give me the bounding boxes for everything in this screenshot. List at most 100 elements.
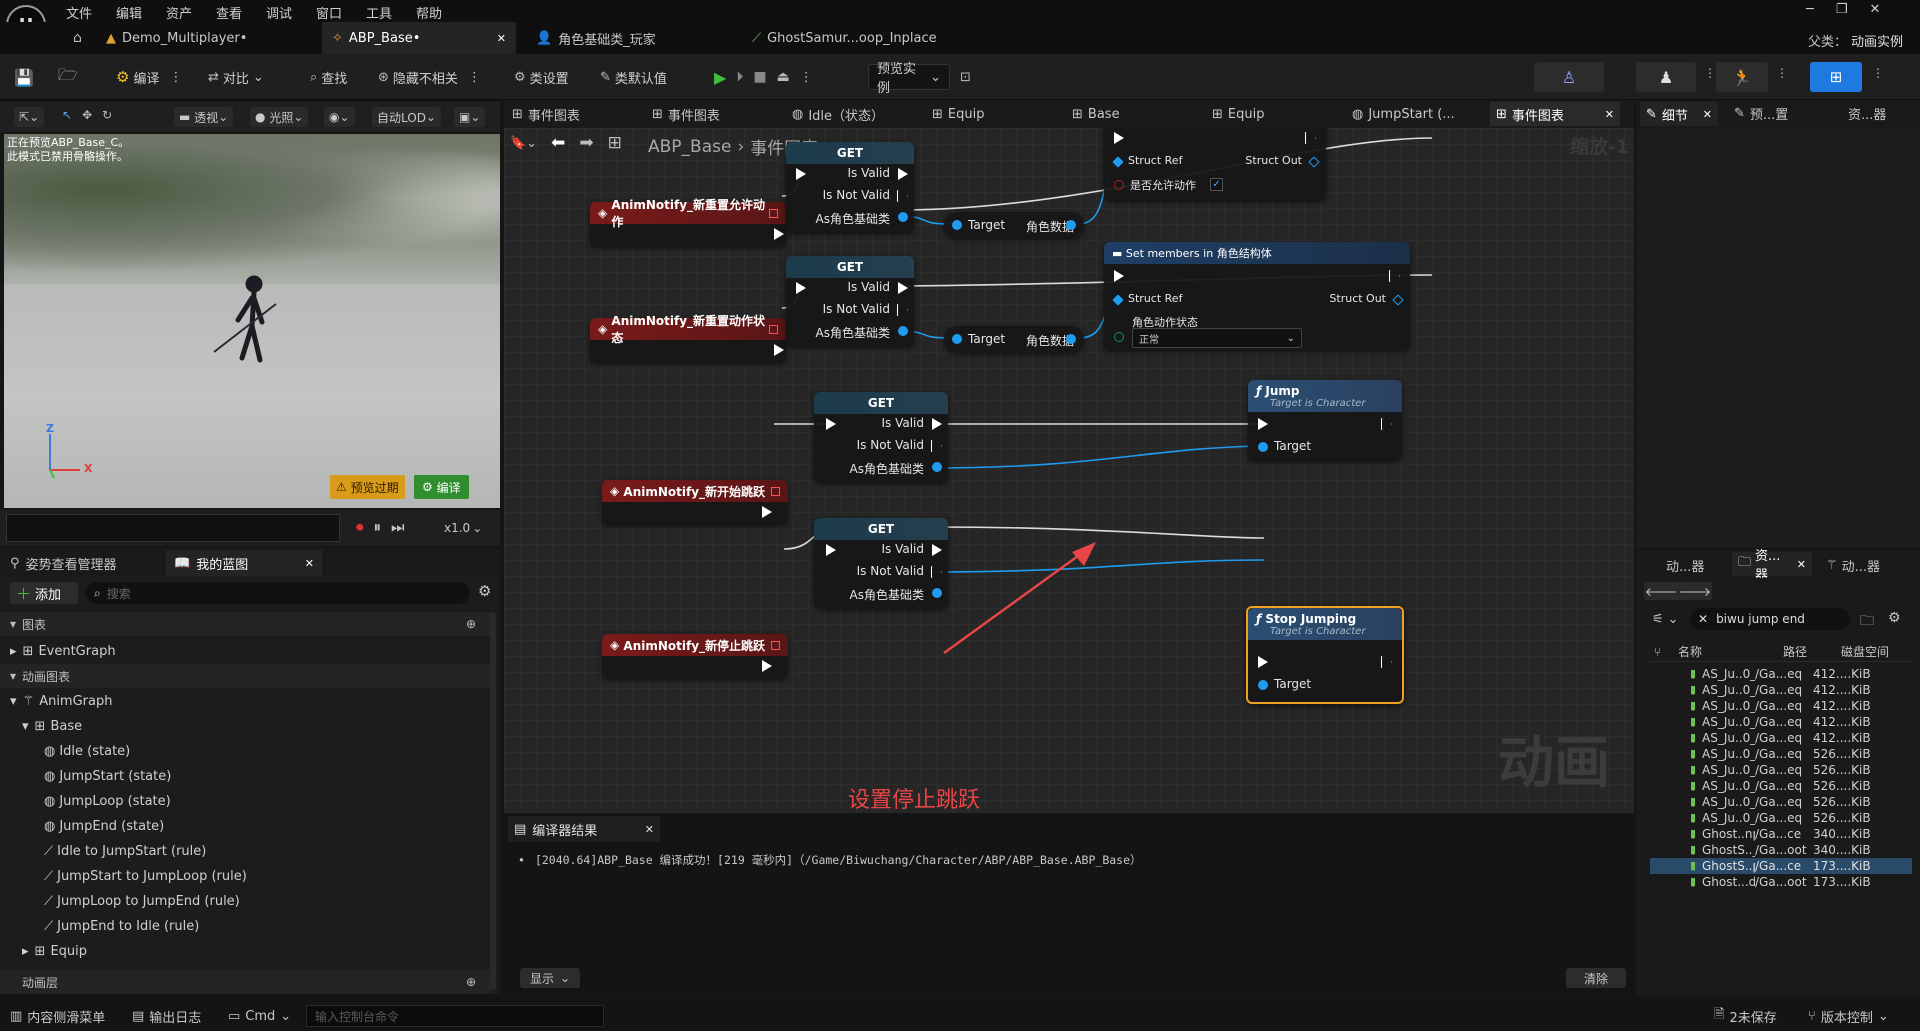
stop-jumping-function-node[interactable]: ƒ Stop Jumping Target is Character Targe… (1246, 606, 1404, 704)
struct-ref-pin[interactable] (1112, 156, 1124, 168)
blueprint-search-input[interactable]: ⌕ 搜索 (86, 582, 470, 604)
tree-item-equip[interactable]: ▸ ⊞ Equip (0, 939, 490, 963)
target-in-pin[interactable] (952, 334, 962, 344)
asset-row[interactable]: ▮GhostS..place/Ga...ce173....KiB (1650, 858, 1912, 874)
exec-in-pin[interactable] (796, 168, 806, 180)
exec-out-pin[interactable] (897, 304, 908, 316)
exec-out-pin[interactable] (774, 228, 784, 240)
doc-tab-abp-base[interactable]: ✧ ABP_Base• ✕ (322, 22, 516, 54)
clear-button[interactable]: 清除 (1566, 968, 1626, 988)
rotate-icon[interactable]: ↻ (102, 108, 112, 122)
lod-button[interactable]: 自动LOD ⌄ (372, 107, 442, 127)
animation-mode-button[interactable]: 🏃 (1716, 62, 1768, 92)
exec-out-pin[interactable] (1305, 132, 1316, 144)
struct-ref-pin[interactable] (1112, 294, 1124, 306)
break-struct-node[interactable]: Target 角色数据 (944, 212, 1084, 238)
playback-speed-select[interactable]: x1.0 ⌄ (444, 521, 482, 535)
viewport-options-button[interactable]: ⇱ ⌄ (14, 107, 45, 127)
object-out-pin[interactable] (932, 462, 942, 472)
tab-equip[interactable]: ⊞ Equip (932, 102, 984, 126)
tab-my-blueprint[interactable]: 📖 我的蓝图 ✕ (166, 550, 322, 576)
delegate-pin-icon[interactable] (769, 324, 778, 334)
get-node[interactable]: GET Is Valid Is Not Valid As角色基础类 (814, 518, 948, 608)
set-members-node[interactable]: ▬ Set members in 角色结构体 Struct Ref Struct… (1104, 242, 1410, 350)
asset-row[interactable]: ▮AS_Ju..0_Seq/Ga...eq412....KiB (1650, 730, 1912, 746)
struct-out-pin[interactable] (1392, 294, 1404, 306)
doc-tab-character[interactable]: 👤 角色基础类_玩家 (526, 22, 736, 54)
exec-out-pin[interactable] (897, 190, 908, 202)
stop-icon[interactable]: ■ (753, 69, 766, 85)
exec-in-pin[interactable] (1258, 656, 1268, 668)
asset-row[interactable]: ▮Ghost...d_Root/Ga...oot173....KiB (1650, 874, 1912, 890)
exec-in-pin[interactable] (1114, 270, 1124, 282)
exec-out-pin[interactable] (762, 506, 772, 518)
tree-item-state[interactable]: ◍ Idle (state) (0, 739, 490, 763)
exec-out-pin[interactable] (762, 660, 772, 672)
exec-out-pin[interactable] (898, 168, 908, 180)
get-node[interactable]: GET Is Valid Is Not Valid As角色基础类 (814, 392, 948, 482)
exec-out-pin[interactable] (931, 566, 942, 578)
tree-item-rule[interactable]: ⟋ JumpStart to JumpLoop (rule) (0, 864, 490, 888)
hide-unrelated-button[interactable]: ⊛ 隐藏不相关 ⋮ (378, 64, 481, 90)
step-forward-icon[interactable]: ⏭ (391, 518, 405, 536)
save-button[interactable]: 💾 (14, 64, 34, 90)
get-node[interactable]: GET Is Valid Is Not Valid As角色基础类 (786, 256, 914, 346)
tree-scrollbar[interactable] (490, 612, 496, 990)
exec-out-pin[interactable] (1381, 418, 1392, 430)
forward-arrow-icon[interactable]: 🡒 (1679, 584, 1711, 599)
close-tab-icon[interactable]: ✕ (1703, 108, 1712, 121)
asset-row[interactable]: ▮AS_Ju..0_Seq/Ga...eq526....KiB (1650, 810, 1912, 826)
cmd-select[interactable]: ▭ Cmd ⌄ (228, 1007, 291, 1025)
exec-out-pin[interactable] (774, 344, 784, 356)
struct-out-pin[interactable] (1066, 220, 1076, 230)
delegate-pin-icon[interactable] (771, 486, 780, 496)
output-log-button[interactable]: ▤ 输出日志 (132, 1007, 201, 1026)
bookmark-icon[interactable]: 🔖⌄ (510, 136, 537, 151)
close-tab-icon[interactable]: ✕ (497, 32, 506, 45)
action-state-dropdown[interactable]: 正常 ⌄ (1132, 328, 1302, 348)
step-icon[interactable]: ⏵ (736, 69, 743, 85)
tab-anim-curves[interactable]: ⚚ 动...器 (1826, 556, 1880, 575)
tab-idle-state[interactable]: ◍ Idle（状态） (792, 102, 884, 126)
anim-notify-node[interactable]: ◈ AnimNotify_新重置允许动作 (590, 198, 786, 246)
exec-out-pin[interactable] (932, 418, 942, 430)
more-icon[interactable]: ⋮ (468, 70, 481, 85)
anim-notify-node[interactable]: ◈ AnimNotify_新开始跳跃 (602, 480, 788, 524)
tab-event-graph-active[interactable]: ⊞ 事件图表 ✕ (1490, 102, 1620, 126)
more-icon[interactable]: ⋮ (1872, 66, 1884, 80)
asset-row[interactable]: ▮AS_Ju..0_Seq/Ga...eq412....KiB (1650, 698, 1912, 714)
add-circle-icon[interactable]: ⊕ (466, 617, 476, 631)
tree-item-state[interactable]: ◍ JumpEnd (state) (0, 814, 490, 838)
exec-in-pin[interactable] (826, 544, 836, 556)
debug-filter-button[interactable]: ⊡ (960, 64, 971, 90)
tree-item-state[interactable]: ◍ JumpStart (state) (0, 764, 490, 788)
tab-compiler-results[interactable]: ▤ 编译器结果 ✕ (508, 816, 660, 842)
menu-window[interactable]: 窗口 (316, 3, 342, 22)
asset-search-input[interactable]: ✕ biwu jump end (1690, 608, 1850, 630)
menu-tools[interactable]: 工具 (366, 3, 392, 22)
restore-icon[interactable]: ❐ (1836, 2, 1848, 17)
content-drawer-button[interactable]: ▥ 内容侧滑菜单 (10, 1007, 105, 1026)
console-command-input[interactable]: 输入控制台命令 (306, 1005, 604, 1027)
break-struct-node[interactable]: Target 角色数据 (944, 326, 1084, 352)
tree-item-rule[interactable]: ⟋ Idle to JumpStart (rule) (0, 839, 490, 863)
menu-assets[interactable]: 资产 (166, 3, 192, 22)
exec-out-pin[interactable] (1389, 270, 1400, 282)
unsaved-button[interactable]: 🗎 2未保存 (1714, 1007, 1777, 1026)
exec-out-pin[interactable] (1381, 656, 1392, 668)
delegate-pin-icon[interactable] (769, 208, 778, 218)
preview-viewport[interactable]: 正在预览ABP_Base_C。 此模式已禁用骨骼操作。 Z X ⚠ 预览过期 ⚙… (4, 134, 500, 508)
filter-button[interactable]: ⚟ ⌄ (1652, 612, 1679, 627)
menu-help[interactable]: 帮助 (416, 3, 442, 22)
home-icon[interactable]: ⌂ (73, 30, 82, 46)
viewport-compile-button[interactable]: ⚙ 编译 (414, 475, 469, 499)
tab-preview-settings[interactable]: ✎ 预...置 (1734, 104, 1788, 123)
tab-jumpstart[interactable]: ◍ JumpStart (... (1352, 102, 1455, 126)
folder-icon[interactable]: 🗀 (1860, 610, 1874, 634)
tree-item-state[interactable]: ◍ JumpLoop (state) (0, 789, 490, 813)
back-arrow-icon[interactable]: 🡐 (1645, 584, 1677, 599)
target-in-pin[interactable] (1258, 442, 1268, 452)
select-icon[interactable]: ↖ (62, 108, 72, 122)
more-icon[interactable]: ⋮ (1776, 66, 1788, 80)
target-in-pin[interactable] (1258, 680, 1268, 690)
